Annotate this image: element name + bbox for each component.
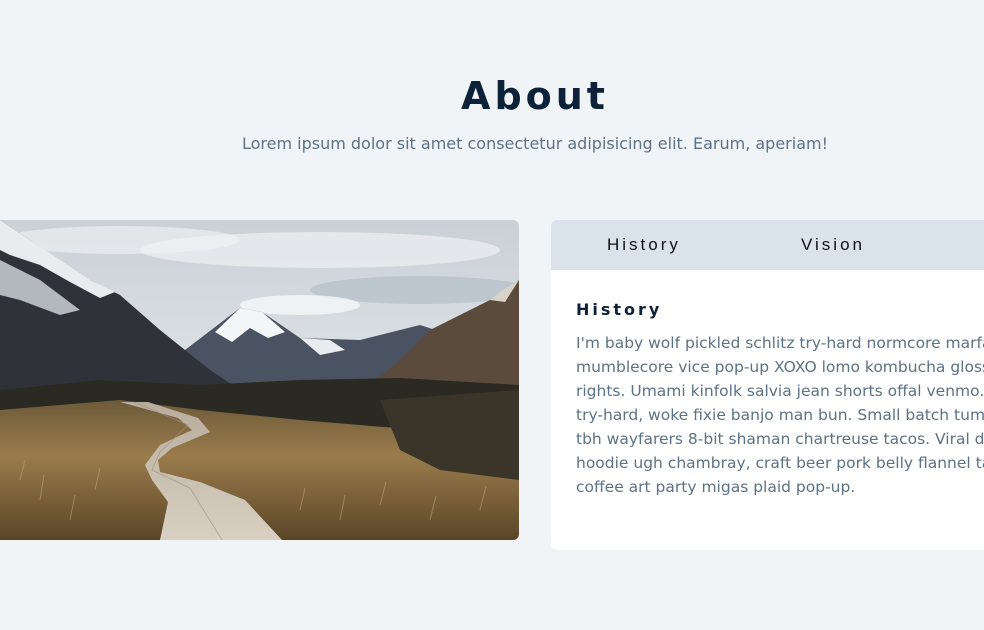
about-tabs-card: History Vision History I'm baby wolf pic… xyxy=(551,220,984,550)
about-section: About Lorem ipsum dolor sit amet consect… xyxy=(0,0,984,630)
tab-vision[interactable]: Vision xyxy=(801,220,865,270)
panel-line: rights. Umami kinfolk salvia jean shorts… xyxy=(576,382,984,400)
tab-bar: History Vision xyxy=(551,220,984,270)
panel-line: tbh wayfarers 8-bit shaman chartreuse ta… xyxy=(576,430,984,448)
panel-line: I'm baby wolf pickled schlitz try-hard n… xyxy=(576,334,984,352)
section-subtitle: Lorem ipsum dolor sit amet consectetur a… xyxy=(241,134,828,153)
panel-line: try-hard, woke fixie banjo man bun. Smal… xyxy=(576,406,984,424)
tab-panel-text: I'm baby wolf pickled schlitz try-hard n… xyxy=(576,331,984,499)
tab-panel-heading: History xyxy=(576,300,663,319)
about-image xyxy=(0,220,519,540)
section-title: About xyxy=(461,74,609,118)
panel-line: mumblecore vice pop-up XOXO lomo kombuch… xyxy=(576,358,984,376)
panel-line: coffee art party migas plaid pop-up. xyxy=(576,478,856,496)
tab-history[interactable]: History xyxy=(607,220,681,270)
panel-line: hoodie ugh chambray, craft beer pork bel… xyxy=(576,454,984,472)
